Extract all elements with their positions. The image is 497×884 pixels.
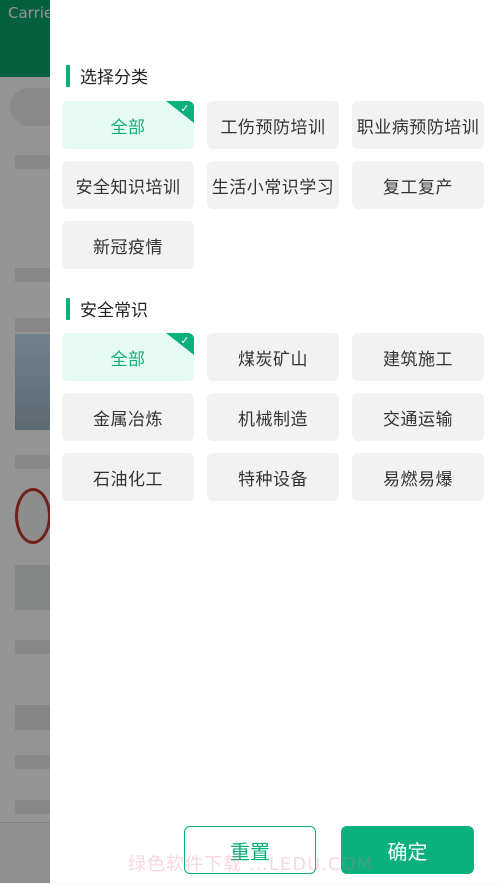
- chip-label: 易燃易爆: [383, 469, 453, 490]
- filter-drawer: 选择分类 全部 ✓ 工伤预防培训 职业病预防培训 安全知识培训 生活小常识学习 …: [50, 0, 497, 883]
- chip-label: 建筑施工: [383, 349, 453, 370]
- knowledge-chip-all[interactable]: 全部 ✓: [62, 333, 194, 381]
- checkmark-icon: ✓: [180, 102, 190, 115]
- confirm-button[interactable]: 确定: [341, 826, 474, 874]
- category-chip-work-injury[interactable]: 工伤预防培训: [207, 101, 339, 149]
- confirm-button-label: 确定: [387, 839, 428, 864]
- chip-label: 工伤预防培训: [220, 117, 326, 138]
- chip-label: 新冠疫情: [93, 237, 163, 258]
- chip-label: 煤炭矿山: [238, 349, 308, 370]
- reset-button-label: 重置: [230, 839, 270, 864]
- category-section-title: 选择分类: [66, 63, 148, 88]
- chip-label: 复工复产: [383, 177, 453, 198]
- knowledge-section-label: 安全常识: [80, 301, 148, 321]
- category-chip-all[interactable]: 全部 ✓: [62, 101, 194, 149]
- chip-label: 全部: [110, 117, 146, 138]
- chip-label: 安全知识培训: [75, 177, 181, 198]
- reset-button[interactable]: 重置: [184, 826, 316, 874]
- chip-label: 机械制造: [238, 409, 308, 430]
- knowledge-chip-transport[interactable]: 交通运输: [352, 393, 484, 441]
- checkmark-icon: ✓: [180, 334, 190, 347]
- chip-label: 金属冶炼: [93, 409, 163, 430]
- knowledge-chip-flammable-explosive[interactable]: 易燃易爆: [352, 453, 484, 501]
- category-chip-safety-knowledge[interactable]: 安全知识培训: [62, 161, 194, 209]
- category-chip-occupational-disease[interactable]: 职业病预防培训: [352, 101, 484, 149]
- knowledge-chip-coal-mining[interactable]: 煤炭矿山: [207, 333, 339, 381]
- section-accent-bar: [66, 64, 70, 87]
- knowledge-section-title: 安全常识: [66, 296, 148, 321]
- knowledge-chip-construction[interactable]: 建筑施工: [352, 333, 484, 381]
- chip-label: 特种设备: [238, 469, 308, 490]
- knowledge-chip-machinery[interactable]: 机械制造: [207, 393, 339, 441]
- knowledge-chip-petrochemical[interactable]: 石油化工: [62, 453, 194, 501]
- section-accent-bar: [66, 297, 70, 320]
- category-chip-covid[interactable]: 新冠疫情: [62, 221, 194, 269]
- chip-label: 交通运输: [383, 409, 453, 430]
- knowledge-chip-special-equipment[interactable]: 特种设备: [207, 453, 339, 501]
- chip-label: 石油化工: [93, 469, 163, 490]
- category-chip-life-tips[interactable]: 生活小常识学习: [207, 161, 339, 209]
- category-chip-resume-work[interactable]: 复工复产: [352, 161, 484, 209]
- category-section-label: 选择分类: [80, 68, 148, 88]
- chip-label: 生活小常识学习: [211, 177, 335, 198]
- knowledge-chip-metallurgy[interactable]: 金属冶炼: [62, 393, 194, 441]
- chip-label: 全部: [110, 349, 146, 370]
- chip-label: 职业病预防培训: [356, 117, 480, 138]
